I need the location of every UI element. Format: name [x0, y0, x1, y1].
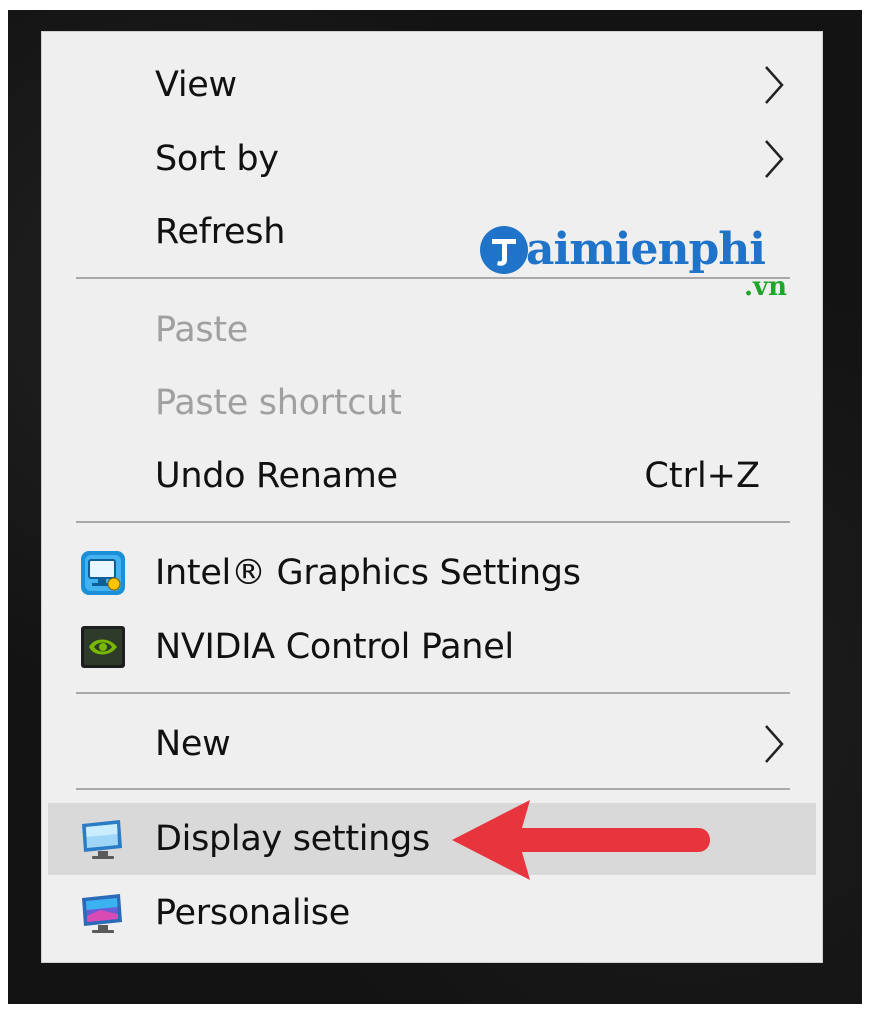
menu-separator	[76, 692, 790, 694]
menu-item-label: Personalise	[155, 893, 350, 933]
menu-item-undo-rename[interactable]: Undo Rename Ctrl+Z	[48, 440, 816, 512]
menu-item-label: Refresh	[155, 212, 286, 252]
intel-graphics-icon	[81, 551, 125, 595]
chevron-right-icon	[765, 66, 784, 104]
red-arrow-annotation	[452, 800, 710, 880]
watermark-text: aimienphi	[526, 224, 766, 275]
nvidia-icon	[81, 626, 125, 668]
keyboard-shortcut: Ctrl+Z	[644, 456, 760, 496]
menu-item-nvidia-control-panel[interactable]: NVIDIA Control Panel	[48, 611, 816, 683]
menu-item-view[interactable]: View	[48, 49, 816, 121]
taimienphi-logo-icon	[480, 226, 528, 274]
menu-item-new[interactable]: New	[48, 708, 816, 780]
menu-item-label: Paste shortcut	[155, 383, 402, 423]
menu-item-label: New	[155, 724, 231, 764]
menu-item-label: NVIDIA Control Panel	[155, 627, 514, 667]
personalise-icon	[82, 894, 122, 933]
menu-item-label: Intel® Graphics Settings	[155, 553, 581, 593]
menu-item-label: View	[155, 65, 237, 105]
menu-item-sort-by[interactable]: Sort by	[48, 123, 816, 195]
menu-item-label: Paste	[155, 310, 248, 350]
chevron-right-icon	[765, 140, 784, 178]
watermark-suffix: .vn	[744, 272, 788, 302]
menu-item-personalise[interactable]: Personalise	[48, 877, 816, 949]
display-icon	[82, 820, 122, 859]
menu-item-label: Sort by	[155, 139, 279, 179]
menu-item-label: Display settings	[155, 819, 430, 859]
menu-separator	[76, 521, 790, 523]
menu-item-label: Undo Rename	[155, 456, 398, 496]
taimienphi-watermark: aimienphi .vn	[478, 222, 808, 306]
menu-separator	[76, 788, 790, 790]
menu-item-paste-shortcut: Paste shortcut	[48, 367, 816, 439]
chevron-right-icon	[765, 725, 784, 763]
menu-item-intel-graphics[interactable]: Intel® Graphics Settings	[48, 537, 816, 609]
